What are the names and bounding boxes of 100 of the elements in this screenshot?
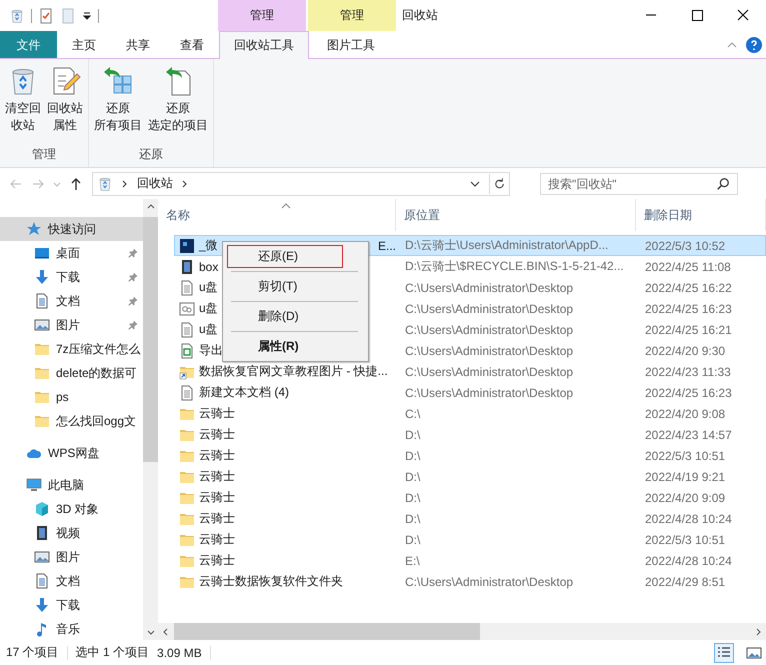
nav-item[interactable]: 音乐	[0, 617, 143, 640]
date-cell-text: 2022/4/23 11:33	[644, 364, 732, 378]
file-name: 云骑士	[199, 489, 235, 506]
file-name: 云骑士	[199, 468, 235, 485]
ribbon-button[interactable]: 回收站 属性	[44, 63, 86, 145]
help-icon[interactable]	[746, 36, 762, 52]
file-name: 云骑士数据恢复软件文件夹	[199, 573, 343, 590]
text-file-icon	[179, 384, 195, 400]
ribbon-tab[interactable]: 文件	[0, 31, 57, 58]
ribbon-tab[interactable]: 共享	[111, 31, 165, 58]
chevron-icon[interactable]	[121, 178, 129, 188]
nav-item[interactable]: 视频	[0, 521, 143, 545]
details-view-button[interactable]	[714, 642, 734, 662]
item-count: 17 个项目	[6, 644, 59, 661]
nav-item[interactable]: 7z压缩文件怎么	[0, 337, 143, 361]
ribbon-tab[interactable]: 回收站工具	[219, 31, 309, 59]
nav-item[interactable]: 此电脑	[0, 473, 143, 497]
file-name: 数据恢复官网文章教程图片 - 快捷...	[199, 363, 388, 380]
date-cell-text: 2022/4/20 9:09	[644, 490, 726, 504]
nav-item[interactable]: 下载	[0, 593, 143, 617]
group-label: 管理	[31, 146, 57, 163]
dropdown-icon[interactable]	[82, 10, 92, 20]
dropdown-caret-icon[interactable]	[469, 178, 481, 188]
nav-item[interactable]: 图片	[0, 545, 143, 569]
nav-item[interactable]: 快速访问	[0, 217, 143, 241]
ribbon-tab[interactable]: 主页	[57, 31, 111, 58]
nav-item[interactable]: 桌面	[0, 241, 143, 265]
nav-item[interactable]: 下载	[0, 265, 143, 289]
search-field[interactable]: 搜索"回收站"	[540, 172, 738, 194]
location-cell-text: D:\	[404, 532, 422, 546]
breadcrumb[interactable]: 回收站	[137, 175, 173, 192]
scrollbar[interactable]	[143, 199, 158, 640]
file-name: 云骑士	[199, 405, 235, 422]
chevron-icon[interactable]	[181, 178, 189, 188]
location-cell-text: D:\云骑士\$RECYCLE.BIN\S-1-5-21-42...	[404, 258, 625, 275]
date-cell-text: 2022/4/25 11:08	[644, 260, 732, 274]
checked-document-icon[interactable]	[38, 8, 54, 24]
location-cell-text: D:\	[404, 490, 422, 504]
date-cell-text: 2022/4/28 10:24	[644, 554, 733, 568]
file-name: 导出	[199, 342, 223, 359]
column-header[interactable]: 名称	[158, 199, 396, 231]
menu-item[interactable]: 属性(R)	[227, 335, 343, 358]
address-bar[interactable]: 回收站	[92, 172, 510, 196]
menu-item[interactable]: 剪切(T)	[227, 275, 343, 298]
text-file-icon	[179, 280, 195, 296]
nav-item[interactable]: 文档	[0, 289, 143, 313]
ribbon-button[interactable]: 清空回 收站	[2, 63, 44, 145]
menu-item[interactable]: 还原(E)	[227, 245, 343, 268]
sort-caret-icon	[281, 203, 291, 209]
down-arrow-icon	[34, 597, 50, 613]
file-name: 云骑士	[199, 531, 235, 548]
file-name: 云骑士	[199, 447, 235, 464]
location-cell-text: D:\云骑士\Users\Administrator\AppD...	[404, 237, 610, 254]
file-name: _微	[199, 237, 218, 254]
folder-icon	[34, 413, 50, 429]
menu-item[interactable]: 删除(D)	[227, 305, 343, 328]
file-name: u盘	[199, 321, 218, 338]
nav-item[interactable]: 3D 对象	[0, 497, 143, 521]
search-icon	[716, 176, 730, 190]
nav-item[interactable]: ps	[0, 385, 143, 409]
thumbnail-view-icon	[746, 644, 762, 660]
date-cell-text: 2022/4/25 16:23	[644, 302, 733, 316]
file-name: u盘	[199, 300, 218, 317]
location-cell-text: D:\	[404, 448, 422, 462]
column-header[interactable]: 原位置	[396, 199, 636, 231]
window-title: 回收站	[401, 7, 438, 24]
date-cell-text: 2022/4/28 10:24	[644, 512, 733, 526]
date-cell-text: 2022/4/23 14:57	[644, 428, 733, 442]
settings-file-icon	[179, 300, 195, 316]
file-name: 云骑士	[199, 552, 235, 569]
ribbon-tab[interactable]: 图片工具	[309, 31, 393, 58]
nav-item[interactable]: 图片	[0, 313, 143, 337]
location-cell-text: D:\	[404, 512, 422, 526]
nav-item[interactable]: delete的数据可	[0, 361, 143, 385]
nav-item[interactable]: WPS网盘	[0, 441, 143, 465]
film-icon	[179, 258, 195, 274]
folder-icon	[34, 365, 50, 381]
nav-item[interactable]: 文档	[0, 569, 143, 593]
location-cell-text: C:\Users\Administrator\Desktop	[404, 302, 574, 316]
date-cell-text: 2022/4/20 9:08	[644, 406, 726, 420]
context-tab-header: 管理	[308, 0, 396, 31]
date-cell-text: 2022/5/3 10:51	[644, 532, 726, 546]
folder-icon	[34, 341, 50, 357]
ribbon-tab[interactable]: 查看	[165, 31, 219, 58]
ribbon-button[interactable]: 还原 选定的项目	[145, 63, 211, 145]
location-cell-text: D:\	[404, 428, 422, 442]
location-cell-text: C:\Users\Administrator\Desktop	[404, 386, 574, 400]
ribbon-button[interactable]: 还原 所有项目	[91, 63, 145, 145]
location-cell-text: C:\Users\Administrator\Desktop	[404, 280, 574, 294]
location-cell-text: C:\Users\Administrator\Desktop	[404, 364, 574, 378]
recycle-bin-icon[interactable]	[9, 8, 25, 24]
scrollbar[interactable]	[158, 623, 766, 640]
column-header[interactable]: 删除日期	[636, 199, 766, 231]
file-name: box	[199, 260, 218, 274]
picture-icon	[34, 317, 50, 333]
spreadsheet-file-icon	[179, 342, 195, 358]
nav-item[interactable]: 怎么找回ogg文	[0, 409, 143, 433]
text-file-icon	[179, 322, 195, 338]
cube-icon	[34, 501, 50, 517]
file-name: 云骑士	[199, 426, 235, 443]
